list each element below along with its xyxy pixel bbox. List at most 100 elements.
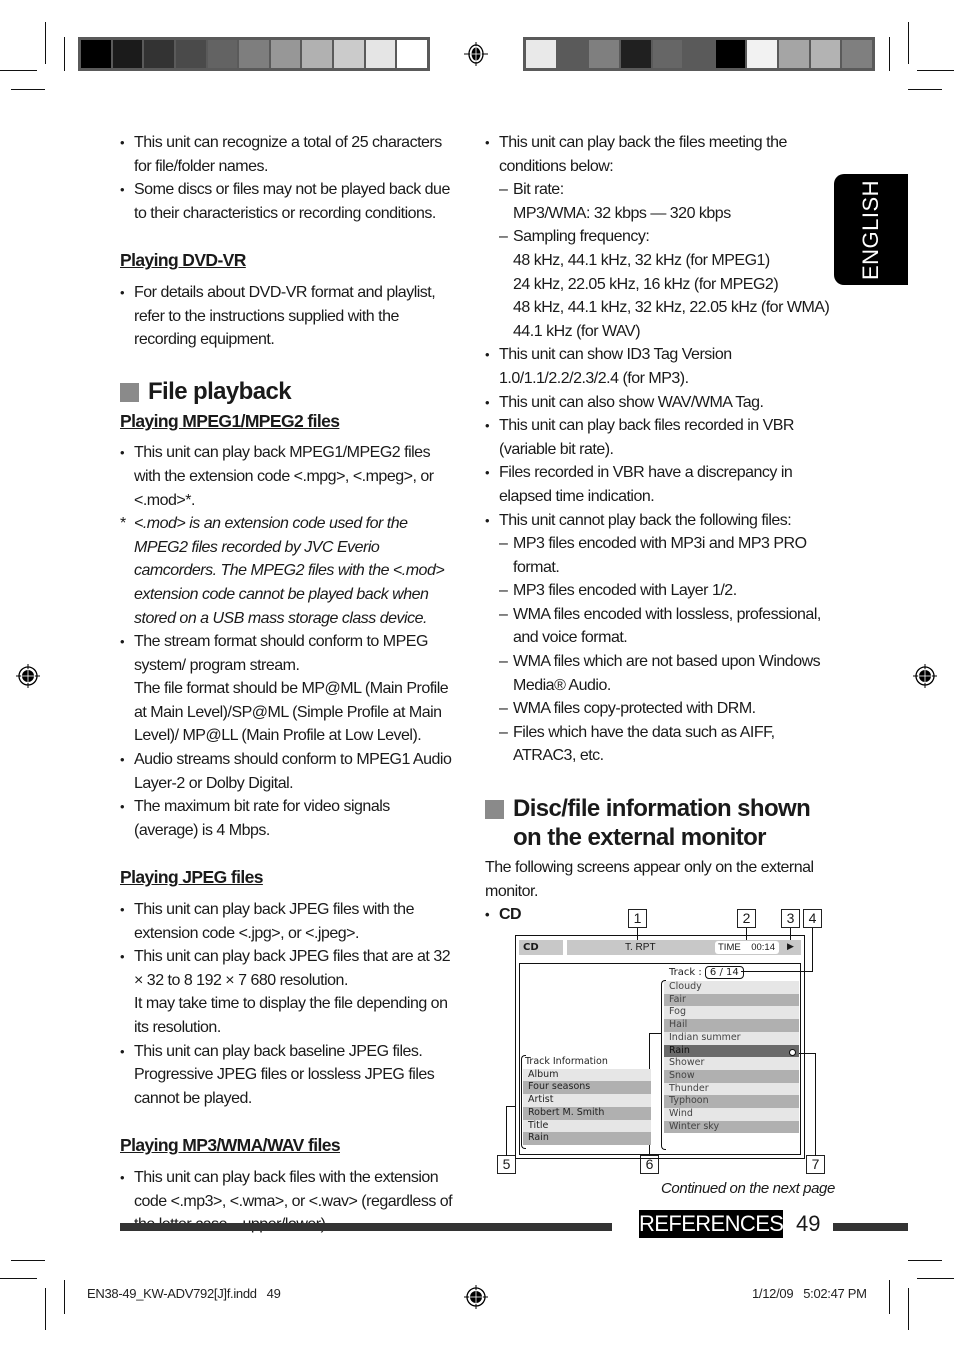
crop-mark: [889, 1280, 890, 1314]
selection-indicator: [789, 1049, 796, 1056]
crop-mark: [11, 89, 45, 90]
crop-mark: [908, 1288, 909, 1330]
track-list-item: Fair: [664, 993, 799, 1007]
bullet-text: The stream format should conform to MPEG…: [134, 633, 428, 674]
bullet-item: Some discs or files may not be played ba…: [120, 178, 455, 225]
crop-mark: [908, 1260, 942, 1261]
cannot-play-item: WMA files which are not based upon Windo…: [499, 650, 830, 697]
bullet-item: The maximum bit rate for video signals (…: [120, 795, 455, 842]
bullet-item: For details about DVD-VR format and play…: [120, 281, 455, 352]
play-icon: ▶: [787, 942, 794, 952]
condition-label: Bit rate:: [513, 181, 564, 199]
color-swatch: [779, 40, 809, 68]
bullet-item: Files recorded in VBR have a discrepancy…: [485, 461, 830, 508]
bullet-item: This unit can also show WAV/WMA Tag.: [485, 391, 830, 415]
monitor-intro: The following screens appear only on the…: [485, 859, 814, 900]
track-info-row: Title: [523, 1119, 651, 1133]
language-tab: ENGLISH: [834, 174, 908, 285]
bracket-left: [521, 1055, 526, 1149]
info-panel: Track : 6 / 14 Track Information Album Fo…: [519, 963, 801, 1155]
crop-mark: [0, 70, 37, 71]
cannot-play-item: WMA files encoded with lossless, profess…: [499, 603, 830, 650]
condition-value: 48 kHz, 44.1 kHz, 32 kHz (for MPEG1): [513, 251, 770, 269]
section-heading-text: File playback: [148, 377, 292, 405]
language-tab-label: ENGLISH: [858, 179, 883, 281]
jpeg-bullets: This unit can play back JPEG files with …: [120, 898, 455, 1110]
cannot-play-list: MP3 files encoded with MP3i and MP3 PRO …: [499, 532, 830, 768]
callout-3: 3: [781, 909, 800, 928]
crop-mark: [908, 89, 942, 90]
time-value: 00:14: [751, 942, 775, 953]
print-timestamp: 1/12/09 5:02:47 PM: [752, 1286, 867, 1301]
bullet-item: This unit can recognize a total of 25 ch…: [120, 131, 455, 178]
bullet-item: This unit can play back JPEG files that …: [120, 945, 455, 1039]
playback-mode: T. RPT: [625, 942, 656, 953]
condition-item: Bit rate: MP3/WMA: 32 kbps — 320 kbps: [499, 178, 830, 225]
color-swatch: [557, 40, 588, 68]
file-slug: EN38-49_KW-ADV792[J]f.indd 49: [87, 1286, 281, 1301]
subheading-dvd-vr: Playing DVD-VR: [120, 250, 246, 271]
registration-mark-icon: [16, 664, 40, 688]
section-label: REFERENCES: [639, 1210, 784, 1238]
condition-value: 48 kHz, 44.1 kHz, 32 kHz, 22.05 kHz (for…: [513, 299, 830, 317]
track-list-item: Fog: [664, 1006, 799, 1020]
footnote-mark: *: [120, 515, 126, 533]
continued-note: Continued on the next page: [661, 1180, 835, 1197]
track-counter: Track : 6 / 14: [669, 966, 744, 980]
condition-value: 24 kHz, 22.05 kHz, 16 kHz (for MPEG2): [513, 275, 779, 293]
track-info-row: Album: [523, 1068, 651, 1082]
track-list-item: Hail: [664, 1019, 799, 1032]
cannot-play-item: Files which have the data such as AIFF, …: [499, 721, 830, 768]
color-swatch: [239, 40, 269, 68]
condition-label: Sampling frequency:: [513, 228, 650, 246]
track-list-item: Shower: [664, 1057, 799, 1070]
track-list-item: Typhoon: [664, 1095, 799, 1109]
condition-item: Sampling frequency: 48 kHz, 44.1 kHz, 32…: [499, 225, 830, 343]
bullet-item: Audio streams should conform to MPEG1 Au…: [120, 748, 455, 795]
page-number: 49: [796, 1211, 821, 1236]
track-info-row: Four seasons: [523, 1081, 651, 1095]
conditions-bullets: This unit can play back the files meetin…: [485, 131, 830, 768]
color-swatch: [810, 40, 841, 68]
mpeg-bullets-2: The stream format should conform to MPEG…: [120, 630, 455, 842]
intro-bullets: This unit can recognize a total of 25 ch…: [120, 131, 455, 225]
track-info-row: Robert M. Smith: [523, 1106, 651, 1120]
callout-2: 2: [737, 909, 756, 928]
color-swatch: [589, 40, 619, 68]
time-box: TIME 00:14: [715, 941, 779, 954]
bullet-item: This unit can play back the files meetin…: [485, 131, 830, 343]
bullet-text: This unit cannot play back the following…: [499, 511, 792, 529]
conditions-list: Bit rate: MP3/WMA: 32 kbps — 320 kbps Sa…: [499, 178, 830, 343]
registration-mark-icon: [913, 664, 937, 688]
bullet-item: This unit can show ID3 Tag Version 1.0/1…: [485, 343, 830, 390]
color-swatch: [144, 40, 174, 68]
registration-mark-icon: [464, 1285, 488, 1309]
track-list-item-selected: Rain: [664, 1044, 799, 1058]
color-swatch: [397, 40, 428, 68]
bullet-item: This unit can play back MPEG1/MPEG2 file…: [120, 441, 455, 512]
left-column: This unit can recognize a total of 25 ch…: [120, 131, 455, 1237]
track-list-item: Indian summer: [664, 1031, 799, 1045]
leader-line: [812, 928, 813, 972]
mpeg-bullets: This unit can play back MPEG1/MPEG2 file…: [120, 441, 455, 512]
crop-mark: [917, 1278, 954, 1279]
subheading-mpeg: Playing MPEG1/MPEG2 files: [120, 410, 340, 431]
track-info-row: Artist: [523, 1094, 651, 1107]
color-swatch: [207, 40, 238, 68]
color-swatch: [112, 40, 143, 68]
track-value: 6 / 14: [704, 966, 744, 979]
monitor-screen: CD T. RPT TIME 00:14 ▶ Track : 6 / 14 Tr…: [515, 935, 805, 1159]
track-list: Cloudy Fair Fog Hail Indian summer Rain Shower…: [664, 981, 799, 1134]
bullet-item: The stream format should conform to MPEG…: [120, 630, 455, 748]
bullet-item: This unit can play back files recorded i…: [485, 414, 830, 461]
track-list-item: Winter sky: [664, 1120, 799, 1134]
condition-value: 44.1 kHz (for WAV): [513, 322, 641, 340]
track-list-item: Cloudy: [664, 981, 799, 994]
color-swatch: [334, 40, 364, 68]
color-swatch: [302, 40, 333, 68]
crop-mark: [45, 22, 46, 64]
color-swatch: [652, 40, 683, 68]
callout-5: 5: [497, 1155, 516, 1174]
leader-line: [815, 1053, 816, 1156]
cannot-play-item: WMA files copy-protected with DRM.: [499, 697, 830, 721]
